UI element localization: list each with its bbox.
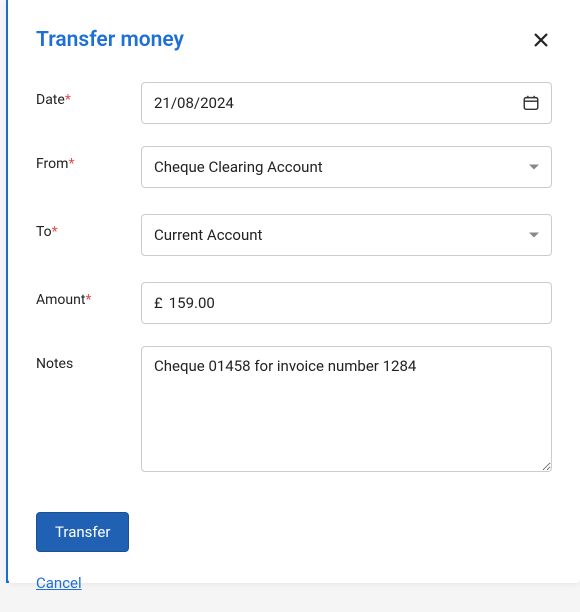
date-label: Date* bbox=[36, 82, 141, 108]
notes-textarea[interactable] bbox=[141, 346, 552, 472]
to-select-value: Current Account bbox=[142, 226, 274, 244]
dialog-title: Transfer money bbox=[36, 28, 184, 52]
amount-label: Amount* bbox=[36, 282, 141, 308]
cancel-link[interactable]: Cancel bbox=[36, 574, 82, 592]
amount-field[interactable]: £ bbox=[141, 282, 552, 324]
form-row-notes: Notes bbox=[36, 346, 552, 476]
calendar-icon bbox=[522, 94, 540, 112]
close-button[interactable] bbox=[530, 29, 552, 51]
amount-input[interactable] bbox=[167, 283, 551, 323]
chevron-down-icon bbox=[529, 165, 539, 170]
currency-symbol: £ bbox=[142, 294, 167, 312]
to-label: To* bbox=[36, 214, 141, 240]
form-row-from: From* Cheque Clearing Account bbox=[36, 146, 552, 188]
date-input[interactable] bbox=[142, 83, 551, 123]
form-row-to: To* Current Account bbox=[36, 214, 552, 256]
transfer-button[interactable]: Transfer bbox=[36, 512, 129, 552]
from-label: From* bbox=[36, 146, 141, 172]
from-select[interactable]: Cheque Clearing Account bbox=[141, 146, 552, 188]
form-row-date: Date* bbox=[36, 82, 552, 124]
from-select-value: Cheque Clearing Account bbox=[142, 158, 335, 176]
close-icon bbox=[533, 32, 549, 48]
dialog-header: Transfer money bbox=[36, 28, 552, 52]
to-select[interactable]: Current Account bbox=[141, 214, 552, 256]
chevron-down-icon bbox=[529, 233, 539, 238]
form-row-amount: Amount* £ bbox=[36, 282, 552, 324]
transfer-money-dialog: Transfer money Date* bbox=[8, 0, 580, 583]
notes-label: Notes bbox=[36, 346, 141, 372]
dialog-actions: Transfer Cancel bbox=[36, 512, 552, 592]
date-field[interactable] bbox=[141, 82, 552, 124]
calendar-button[interactable] bbox=[521, 93, 541, 113]
